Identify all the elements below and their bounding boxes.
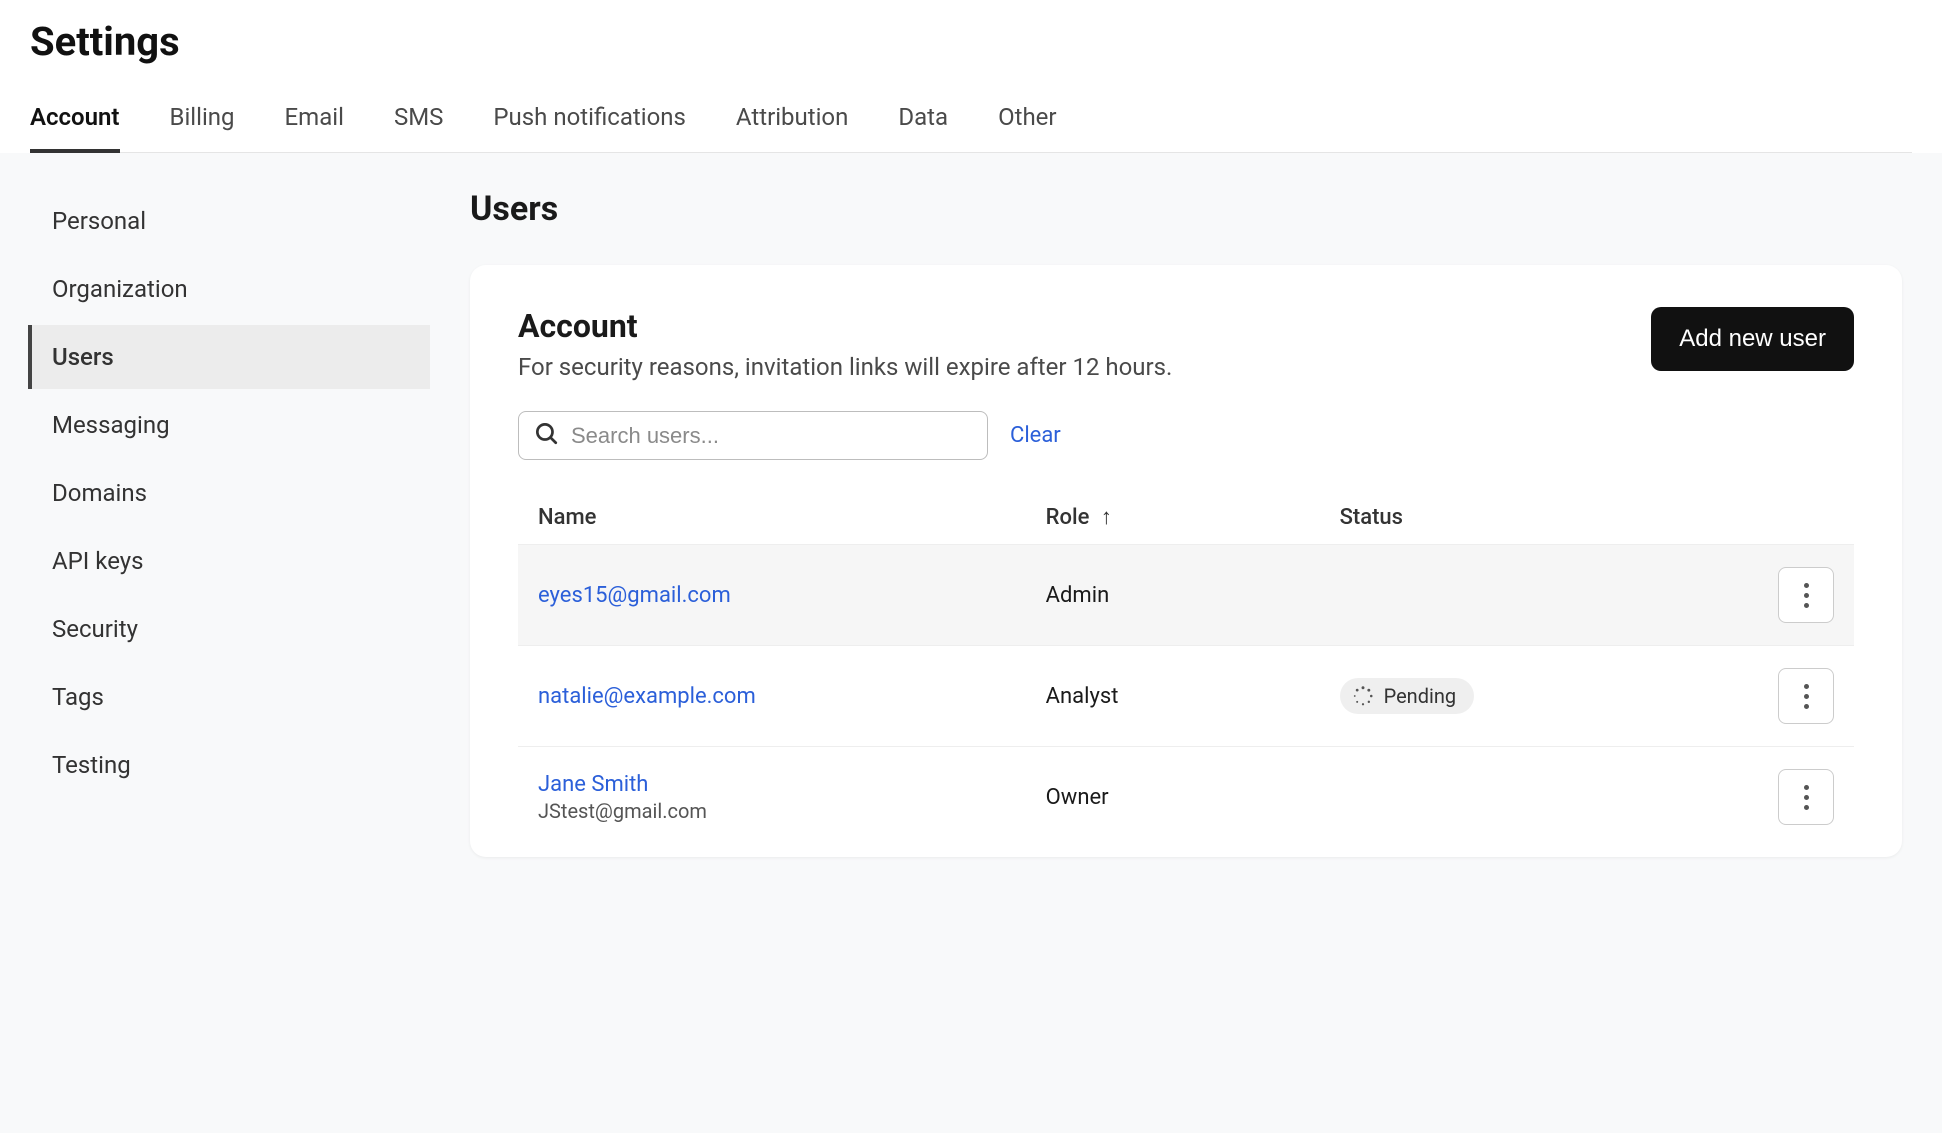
tab-attribution[interactable]: Attribution — [736, 91, 848, 153]
column-header-status[interactable]: Status — [1320, 490, 1694, 545]
tab-sms[interactable]: SMS — [394, 91, 443, 153]
users-table: Name Role ↑ Status eyes15@gmai — [518, 490, 1854, 847]
status-badge: Pending — [1340, 678, 1475, 714]
sidebar-item-api-keys[interactable]: API keys — [28, 529, 430, 593]
column-header-name[interactable]: Name — [518, 490, 1026, 545]
user-name-link[interactable]: eyes15@gmail.com — [538, 583, 731, 608]
add-new-user-button[interactable]: Add new user — [1651, 307, 1854, 371]
sidebar-item-users[interactable]: Users — [28, 325, 430, 389]
sidebar-item-domains[interactable]: Domains — [28, 461, 430, 525]
tab-account[interactable]: Account — [30, 91, 120, 153]
sidebar: Personal Organization Users Messaging Do… — [0, 153, 430, 1133]
sidebar-item-security[interactable]: Security — [28, 597, 430, 661]
row-actions-button[interactable] — [1778, 567, 1834, 623]
user-role: Admin — [1026, 545, 1320, 646]
section-title: Users — [470, 189, 1902, 229]
kebab-icon — [1804, 684, 1809, 709]
search-icon — [533, 420, 571, 451]
pending-spinner-icon — [1352, 685, 1374, 707]
sidebar-item-messaging[interactable]: Messaging — [28, 393, 430, 457]
user-status — [1320, 747, 1694, 848]
page-title: Settings — [30, 18, 1912, 65]
user-role: Analyst — [1026, 646, 1320, 747]
sort-ascending-icon: ↑ — [1101, 505, 1112, 530]
sidebar-item-tags[interactable]: Tags — [28, 665, 430, 729]
clear-search-link[interactable]: Clear — [1010, 423, 1061, 448]
kebab-icon — [1804, 583, 1809, 608]
table-row: Jane Smith JStest@gmail.com Owner — [518, 747, 1854, 848]
table-row: eyes15@gmail.com Admin — [518, 545, 1854, 646]
column-header-role[interactable]: Role ↑ — [1026, 490, 1320, 545]
account-card: Account For security reasons, invitation… — [470, 265, 1902, 857]
sidebar-item-personal[interactable]: Personal — [28, 189, 430, 253]
tab-billing[interactable]: Billing — [170, 91, 235, 153]
tab-email[interactable]: Email — [285, 91, 344, 153]
user-name-link[interactable]: Jane Smith — [538, 772, 1006, 797]
column-header-role-label: Role — [1046, 505, 1090, 530]
card-title: Account — [518, 307, 1172, 345]
tab-push-notifications[interactable]: Push notifications — [493, 91, 686, 153]
tab-data[interactable]: Data — [898, 91, 948, 153]
main-content: Users Account For security reasons, invi… — [430, 153, 1942, 1133]
user-status — [1320, 545, 1694, 646]
user-name-link[interactable]: natalie@example.com — [538, 684, 756, 709]
row-actions-button[interactable] — [1778, 769, 1834, 825]
tabs: Account Billing Email SMS Push notificat… — [30, 91, 1912, 153]
sidebar-item-organization[interactable]: Organization — [28, 257, 430, 321]
search-input[interactable] — [571, 423, 973, 449]
status-badge-label: Pending — [1384, 684, 1457, 708]
user-email: JStest@gmail.com — [538, 799, 1006, 823]
card-subtitle: For security reasons, invitation links w… — [518, 353, 1172, 381]
search-input-wrap[interactable] — [518, 411, 988, 460]
row-actions-button[interactable] — [1778, 668, 1834, 724]
table-row: natalie@example.com Analyst Pending — [518, 646, 1854, 747]
sidebar-item-testing[interactable]: Testing — [28, 733, 430, 797]
user-role: Owner — [1026, 747, 1320, 848]
tab-other[interactable]: Other — [998, 91, 1056, 153]
kebab-icon — [1804, 785, 1809, 810]
